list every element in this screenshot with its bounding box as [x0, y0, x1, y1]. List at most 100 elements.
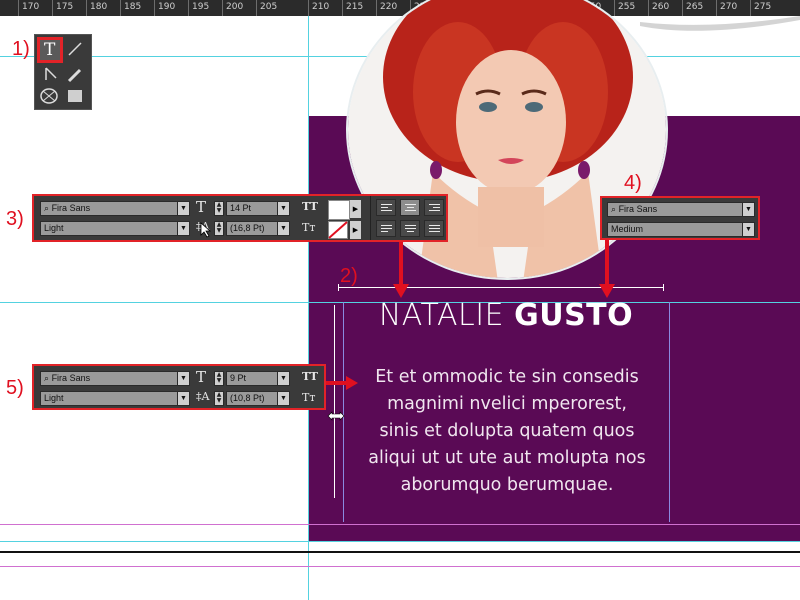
- ruler-label: 185: [124, 2, 142, 12]
- search-icon: ⌕: [44, 373, 50, 383]
- search-icon: ⌕: [611, 204, 617, 214]
- ruler-label: 195: [192, 2, 210, 12]
- dropdown-arrow-icon[interactable]: ▼: [742, 223, 754, 236]
- justify-left-button[interactable]: [376, 220, 396, 237]
- small-caps-button[interactable]: Tт: [302, 221, 315, 234]
- dropdown-arrow-icon[interactable]: ▼: [277, 392, 289, 405]
- measure-tick: [663, 284, 664, 291]
- step-label-4: 4): [624, 172, 642, 194]
- horizontal-ruler[interactable]: 170 175 180 185 190 195 200 205 210 215 …: [0, 0, 800, 16]
- arrow-shaft: [605, 240, 609, 286]
- fill-color-arrow[interactable]: ▶: [350, 200, 361, 218]
- step-label-3: 3): [6, 208, 24, 230]
- margin-guide: [0, 524, 800, 525]
- stroke-color-arrow[interactable]: ▶: [350, 221, 361, 239]
- step-label-2: 2): [340, 265, 358, 287]
- ruler-label: 255: [618, 2, 636, 12]
- font-style-value: Light: [44, 393, 64, 403]
- justify-all-button[interactable]: [424, 220, 444, 237]
- ellipse-frame-tool-icon[interactable]: [39, 87, 59, 105]
- dropdown-arrow-icon[interactable]: ▼: [277, 372, 289, 385]
- dropdown-arrow-icon[interactable]: ▼: [177, 222, 189, 235]
- font-style-control-panel: ⌕ Fira Sans ▼ Medium ▼: [600, 196, 760, 240]
- leading-value: (10,8 Pt): [230, 393, 265, 403]
- arrow-head-down: [599, 284, 615, 298]
- ruler-label: 270: [720, 2, 738, 12]
- headline-last-name: GUSTO: [514, 298, 634, 333]
- align-left-button[interactable]: [376, 199, 396, 216]
- dropdown-arrow-icon[interactable]: ▼: [277, 202, 289, 215]
- fill-color-swatch[interactable]: [328, 200, 350, 220]
- width-measure-line: [338, 287, 664, 288]
- line-tool-icon[interactable]: [65, 39, 85, 59]
- font-family-field[interactable]: ⌕ Fira Sans ▼: [40, 201, 190, 216]
- font-style-value: Medium: [611, 224, 644, 234]
- font-size-stepper[interactable]: ▲ ▼: [214, 201, 224, 216]
- horizontal-guide: [0, 541, 800, 542]
- resize-cursor-icon: [327, 411, 345, 421]
- font-family-value: Fira Sans: [618, 204, 658, 214]
- font-family-value: Fira Sans: [51, 373, 91, 383]
- ruler-label: 190: [158, 2, 176, 12]
- body-text-line: Et et ommodic te sin consedis: [375, 367, 639, 387]
- leading-field[interactable]: (10,8 Pt) ▼: [226, 391, 290, 406]
- ruler-label: 265: [686, 2, 704, 12]
- align-center-button[interactable]: [400, 199, 420, 216]
- measure-tick: [338, 284, 339, 291]
- font-size-icon: T: [196, 368, 207, 386]
- leading-stepper[interactable]: ▲ ▼: [214, 391, 224, 406]
- step-label-5: 5): [6, 377, 24, 399]
- font-style-field[interactable]: Light ▼: [40, 391, 190, 406]
- stroke-none-swatch[interactable]: [328, 221, 348, 239]
- dropdown-arrow-icon[interactable]: ▼: [177, 392, 189, 405]
- ruler-label: 275: [754, 2, 772, 12]
- font-size-icon: T: [196, 198, 207, 216]
- font-size-field[interactable]: 14 Pt ▼: [226, 201, 290, 216]
- height-measure-line: [334, 305, 335, 498]
- leading-icon: ‡A: [196, 390, 210, 403]
- direct-selection-tool-icon[interactable]: [41, 65, 61, 85]
- font-style-field[interactable]: Light ▼: [40, 221, 190, 236]
- justify-center-button[interactable]: [400, 220, 420, 237]
- dropdown-arrow-icon[interactable]: ▼: [177, 202, 189, 215]
- leading-field[interactable]: (16,8 Pt) ▼: [226, 221, 290, 236]
- pencil-tool-icon[interactable]: [65, 65, 85, 85]
- all-caps-button[interactable]: TT: [302, 370, 318, 383]
- all-caps-button[interactable]: TT: [302, 200, 318, 213]
- arrow-head-down: [393, 284, 409, 298]
- ruler-label: 205: [260, 2, 278, 12]
- leading-stepper[interactable]: ▲ ▼: [214, 221, 224, 236]
- type-tool-icon: T: [44, 40, 56, 60]
- search-icon: ⌕: [44, 203, 50, 213]
- bleed-guide: [0, 566, 800, 567]
- font-size-stepper[interactable]: ▲ ▼: [214, 371, 224, 386]
- arrow-shaft: [399, 240, 403, 286]
- ruler-label: 260: [652, 2, 670, 12]
- ruler-label: 215: [346, 2, 364, 12]
- font-size-field[interactable]: 9 Pt ▼: [226, 371, 290, 386]
- dropdown-arrow-icon[interactable]: ▼: [277, 222, 289, 235]
- font-style-value: Light: [44, 223, 64, 233]
- arrow-head-right: [346, 376, 358, 390]
- dropdown-arrow-icon[interactable]: ▼: [742, 203, 754, 216]
- body-text-line: aborumquo berumquae.: [400, 475, 614, 495]
- panel-divider: [370, 196, 371, 240]
- font-size-value: 9 Pt: [230, 373, 247, 383]
- body-text-frame[interactable]: Et et ommodic te sin consedis magnimi nv…: [340, 364, 674, 499]
- ruler-label: 175: [56, 2, 74, 12]
- vertical-guide: [308, 16, 309, 600]
- font-family-field[interactable]: ⌕ Fira Sans ▼: [607, 202, 755, 217]
- page-edge: [0, 551, 800, 553]
- small-caps-button[interactable]: Tт: [302, 391, 315, 404]
- body-text-line: magnimi nvelici mperorest,: [387, 394, 627, 414]
- character-control-panel: ⌕ Fira Sans ▼ Light ▼ T ▲▼ 14 Pt ▼ ‡A ▲▼…: [32, 194, 448, 242]
- ruler-label: 170: [22, 2, 40, 12]
- rectangle-tool-icon[interactable]: [65, 87, 85, 105]
- headline-name[interactable]: NATALIE GUSTO: [340, 298, 672, 333]
- font-size-value: 14 Pt: [230, 203, 252, 213]
- dropdown-arrow-icon[interactable]: ▼: [177, 372, 189, 385]
- align-right-button[interactable]: [424, 199, 444, 216]
- font-style-field[interactable]: Medium ▼: [607, 222, 755, 237]
- type-tool-button[interactable]: T: [37, 37, 63, 63]
- font-family-field[interactable]: ⌕ Fira Sans ▼: [40, 371, 190, 386]
